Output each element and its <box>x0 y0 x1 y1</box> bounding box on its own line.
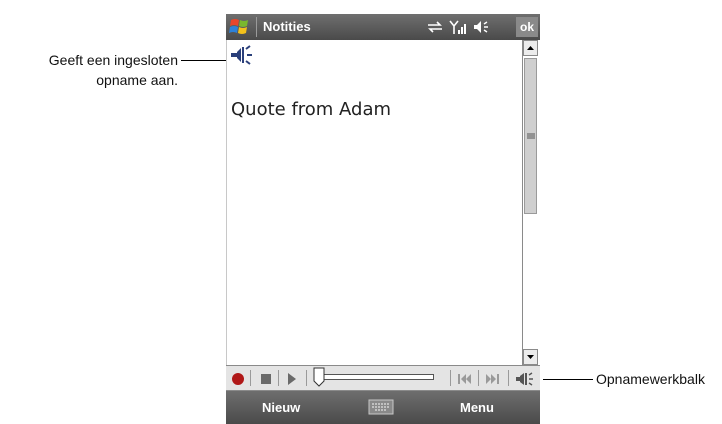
callout-line-embedded <box>181 60 229 61</box>
recording-toolbar <box>226 365 540 391</box>
scroll-down-button[interactable] <box>523 349 538 365</box>
callout-toolbar: Opnamewerkbalk <box>596 371 705 387</box>
grip-icon <box>527 133 535 139</box>
keyboard-icon[interactable] <box>368 398 394 416</box>
position-slider-track[interactable] <box>322 374 434 380</box>
record-icon[interactable] <box>228 368 248 388</box>
toolbar-separator <box>250 370 251 386</box>
toolbar-separator <box>306 370 307 386</box>
menu-softkey[interactable]: Menu <box>460 400 494 415</box>
title-bar: Notities ok <box>226 14 540 40</box>
position-slider-thumb[interactable] <box>313 367 325 387</box>
scroll-up-button[interactable] <box>523 40 538 56</box>
toolbar-separator <box>508 370 509 386</box>
signal-icon[interactable] <box>448 18 466 36</box>
note-content-area[interactable]: Quote from Adam <box>226 40 523 365</box>
skip-back-icon[interactable] <box>455 368 475 388</box>
vertical-scrollbar[interactable] <box>522 40 539 365</box>
menu-bar: Nieuw Menu <box>226 391 540 424</box>
note-text: Quote from Adam <box>231 99 392 120</box>
speaker-icon[interactable] <box>514 368 534 388</box>
device-screen: Notities ok Quote from Adam Nieuw Menu <box>226 14 540 424</box>
callout-embedded-line2: opname aan. <box>96 72 178 88</box>
arrow-up-icon <box>527 46 534 50</box>
toolbar-separator <box>478 370 479 386</box>
arrow-down-icon <box>527 355 534 359</box>
sync-icon[interactable] <box>426 18 444 36</box>
volume-icon[interactable] <box>472 18 490 36</box>
toolbar-separator <box>278 370 279 386</box>
callout-embedded-recording: Geeft een ingesloten opname aan. <box>6 50 178 90</box>
ok-button[interactable]: ok <box>516 17 538 37</box>
stop-icon[interactable] <box>256 368 276 388</box>
new-softkey[interactable]: Nieuw <box>262 400 300 415</box>
title-separator <box>256 17 257 37</box>
callout-line-toolbar <box>543 379 593 380</box>
skip-forward-icon[interactable] <box>482 368 502 388</box>
toolbar-separator <box>450 370 451 386</box>
scroll-thumb[interactable] <box>524 58 537 214</box>
callout-embedded-line1: Geeft een ingesloten <box>48 52 178 68</box>
play-icon[interactable] <box>282 368 302 388</box>
windows-start-icon[interactable] <box>228 16 252 38</box>
embedded-recording-icon[interactable] <box>230 44 258 66</box>
app-title: Notities <box>263 19 311 34</box>
